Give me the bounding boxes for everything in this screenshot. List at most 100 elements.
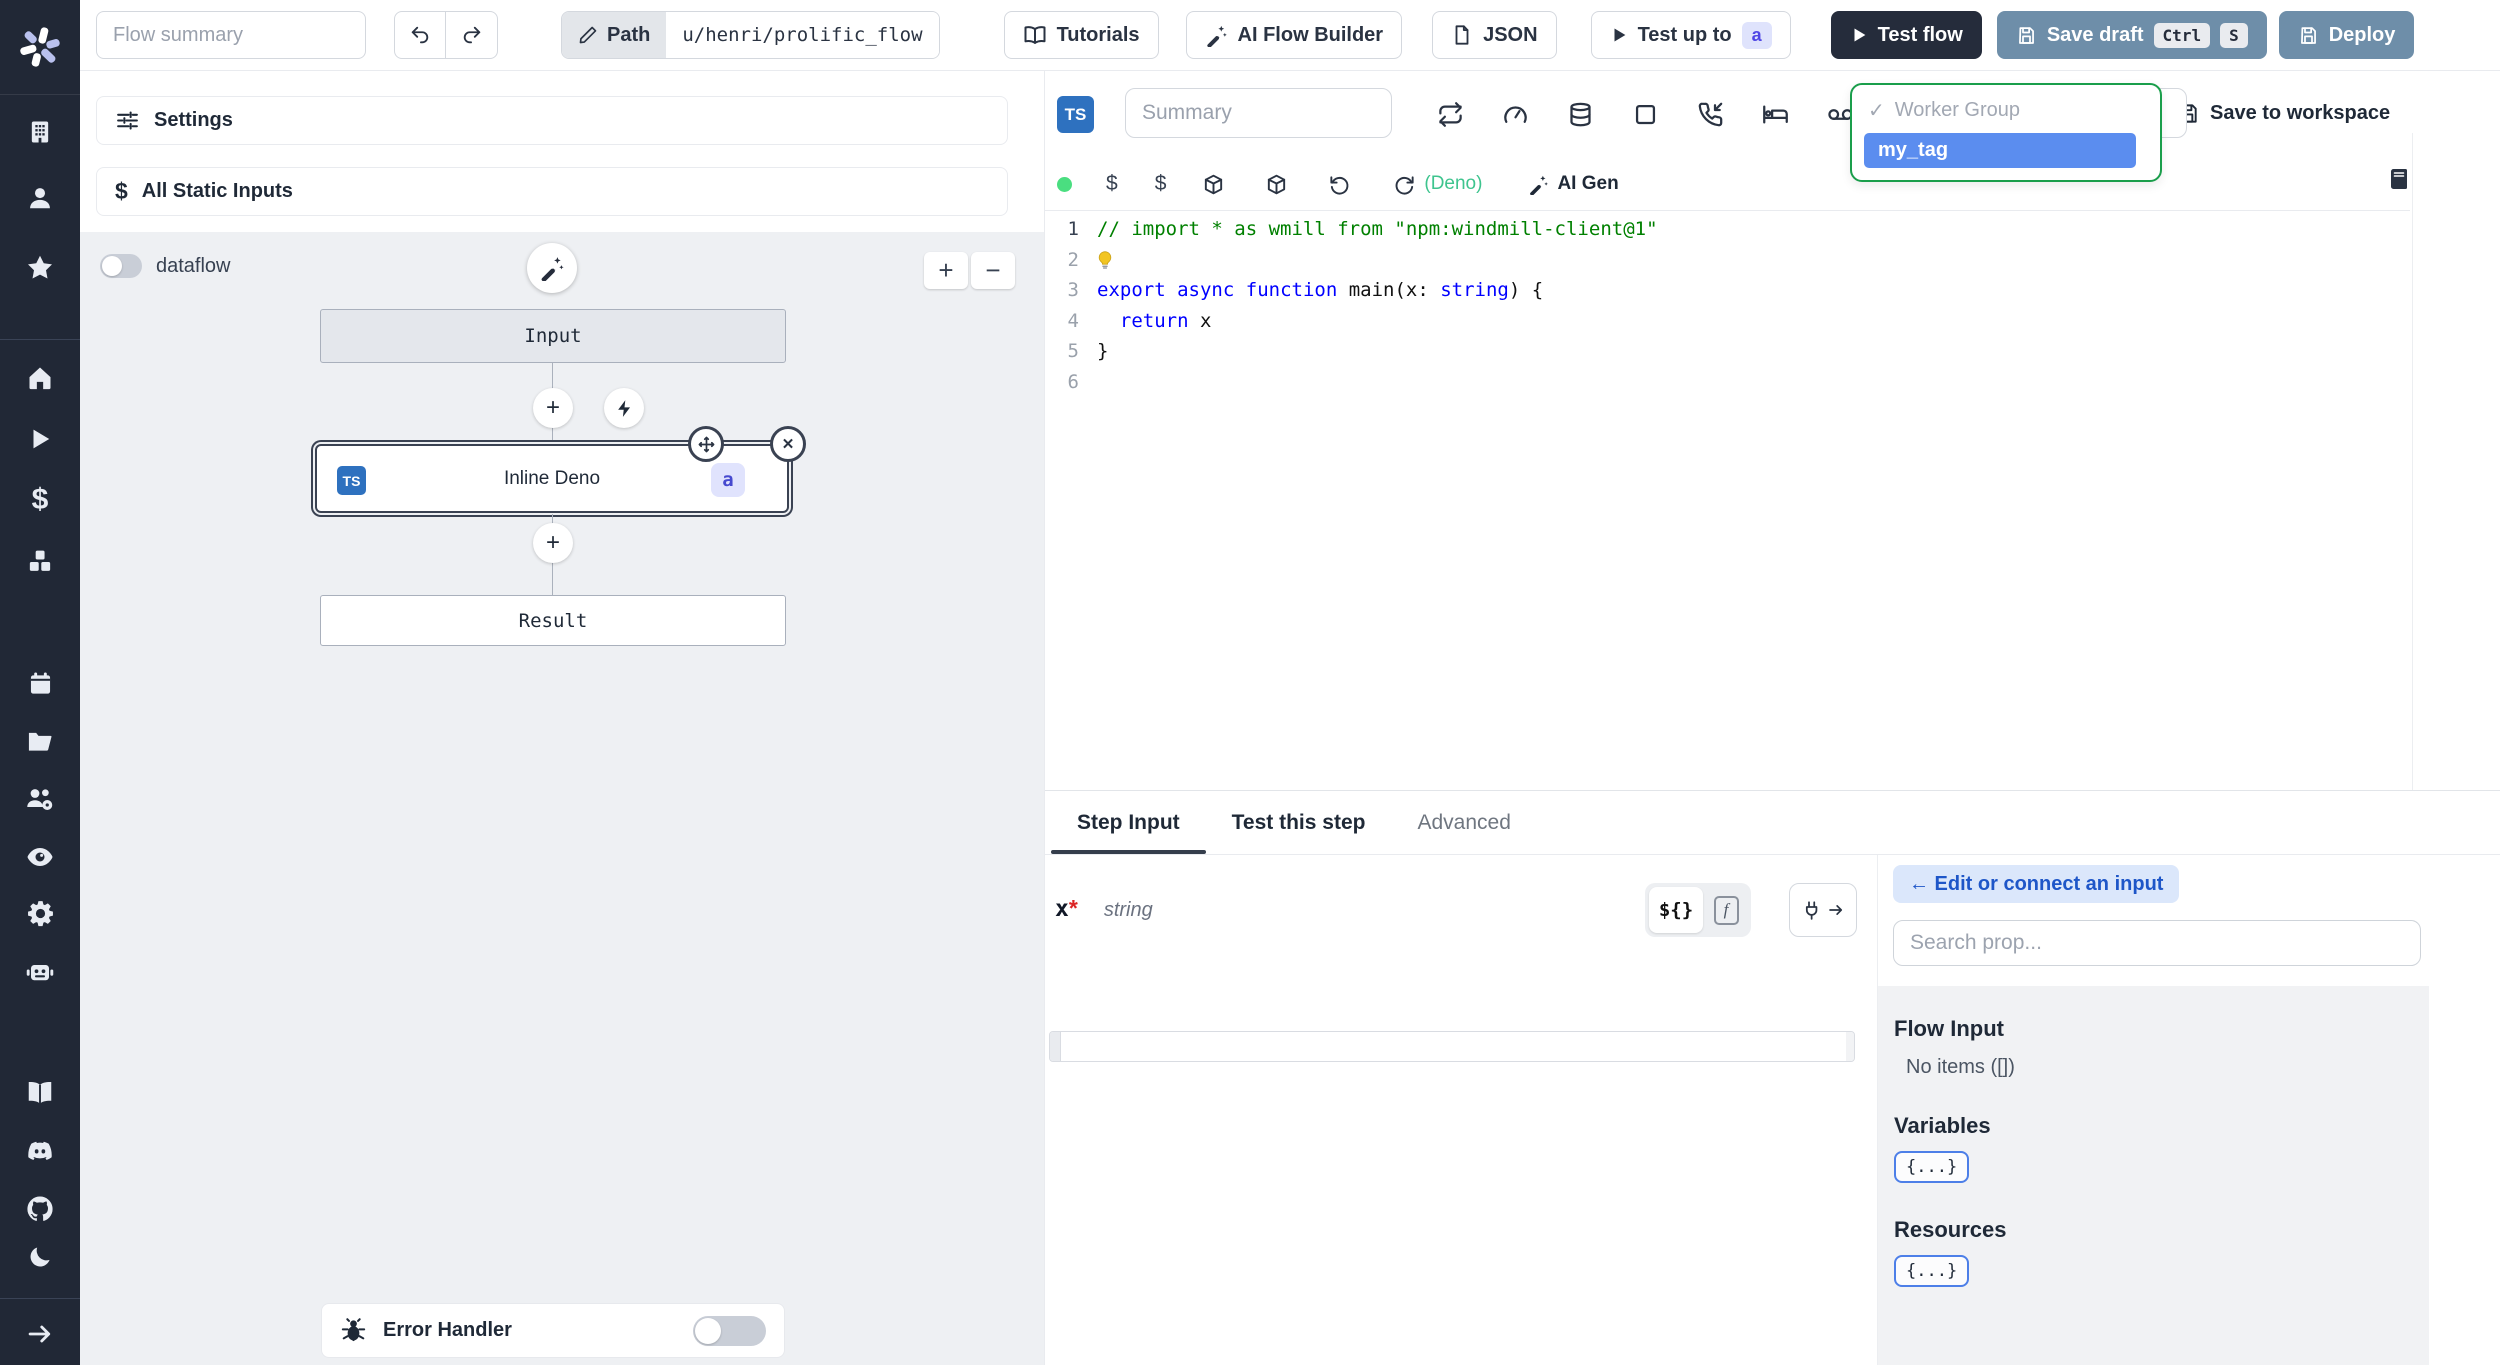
reset-code-button[interactable] [1328, 173, 1351, 196]
code-line[interactable]: 4 return x [1045, 306, 2410, 337]
error-handler-row[interactable]: Error Handler [321, 1303, 785, 1358]
resource-picker-button[interactable]: $ [1155, 172, 1167, 196]
input-mode-toggle-group: ${} f [1645, 883, 1751, 937]
plug-icon [1805, 900, 1817, 920]
inline-deno-step-node[interactable]: TS Inline Deno a ✕ [315, 426, 806, 513]
flow-input-empty: No items ([]) [1906, 1056, 2015, 1078]
deploy-button[interactable]: Deploy [2278, 11, 2415, 59]
sidebar-item-workers[interactable] [0, 952, 80, 992]
windmill-logo[interactable] [0, 0, 80, 95]
sidebar-item-dark-mode[interactable] [0, 1237, 80, 1277]
code-line[interactable]: 3 export async function main(x: string) { [1045, 275, 2410, 306]
move-step-handle[interactable] [688, 426, 724, 462]
sleep-button[interactable] [1762, 101, 1789, 128]
package-button[interactable] [1202, 173, 1225, 196]
prop-browser: Flow Input No items ([]) Variables {...}… [1878, 986, 2429, 1365]
library-button[interactable] [2387, 167, 2411, 196]
dataflow-toggle[interactable] [100, 254, 142, 278]
json-button[interactable]: JSON [1432, 11, 1557, 59]
refresh-icon [1396, 175, 1414, 195]
sidebar-item-user[interactable] [0, 178, 80, 218]
add-step-below-button[interactable]: + [533, 523, 573, 563]
retries-button[interactable] [1437, 101, 1464, 128]
redo-button[interactable] [446, 12, 497, 58]
argument-value-input[interactable] [1064, 1032, 1844, 1061]
line-content: } [1097, 340, 1109, 363]
sidebar-item-favorites[interactable] [0, 248, 80, 288]
test-up-to-button[interactable]: Test up to a [1590, 11, 1791, 59]
zoom-in-button[interactable]: + [924, 252, 968, 289]
add-step-button[interactable]: + [533, 388, 573, 428]
ai-flow-builder-button[interactable]: AI Flow Builder [1185, 11, 1403, 59]
discord-icon [28, 1141, 52, 1160]
early-stop-button[interactable] [1632, 101, 1659, 128]
worker-group-dropdown: ✓ Worker Group my_tag [1850, 83, 2162, 182]
cache-button[interactable] [1567, 101, 1594, 128]
wand-sparkles-icon [1206, 25, 1227, 47]
javascript-mode-toggle[interactable]: f [1705, 887, 1747, 933]
sidebar-item-docs[interactable] [0, 1073, 80, 1113]
connect-input-button[interactable] [1789, 883, 1857, 937]
wand-sparkles-icon [541, 257, 564, 281]
sidebar-item-variables[interactable]: $ [0, 480, 80, 520]
save-to-workspace-button[interactable]: Save to workspace [2177, 102, 2390, 125]
code-line[interactable]: 2 [1045, 245, 2410, 276]
code-line[interactable]: 5} [1045, 336, 2410, 367]
sidebar-separator-bottom [0, 1298, 80, 1299]
variable-picker-button[interactable]: $ [1106, 172, 1118, 196]
cubes-icon [29, 550, 51, 571]
sidebar-item-schedules[interactable] [0, 663, 80, 703]
edit-or-connect-button[interactable]: ← Edit or connect an input [1893, 865, 2180, 903]
package-lock-button[interactable] [1265, 173, 1288, 196]
github-icon [27, 1196, 53, 1221]
save-draft-button[interactable]: Save draft Ctrl S [1996, 11, 2267, 59]
flow-summary-input[interactable] [96, 11, 366, 59]
reload-runtime-button[interactable] [1393, 173, 1416, 196]
all-static-inputs-row[interactable]: $ All Static Inputs [96, 167, 1008, 216]
cube-icon [1205, 174, 1223, 194]
step-summary-input[interactable] [1125, 88, 1392, 138]
tab-test-this-step[interactable]: Test this step [1206, 791, 1392, 854]
resources-object-chip[interactable]: {...} [1894, 1255, 1970, 1287]
zoom-out-button[interactable]: − [971, 252, 1015, 289]
worker-group-option-selected[interactable]: my_tag [1864, 133, 2136, 168]
test-flow-button[interactable]: Test flow [1830, 11, 1982, 59]
sidebar-item-resources[interactable] [0, 542, 80, 582]
sidebar-item-audit[interactable] [0, 837, 80, 877]
sidebar-rail: $ [0, 0, 80, 1365]
concurrency-button[interactable] [1502, 101, 1529, 128]
sidebar-item-github[interactable] [0, 1189, 80, 1229]
input-node[interactable]: Input [320, 309, 786, 363]
sidebar-item-settings[interactable] [0, 893, 80, 933]
path-control[interactable]: Path u/henri/prolific_flow [561, 11, 940, 59]
flow-settings-row[interactable]: Settings [96, 96, 1008, 145]
code-line[interactable]: 1 // import * as wmill from "npm:windmill… [1045, 214, 2410, 245]
result-node[interactable]: Result [320, 595, 786, 646]
code-line[interactable]: 6 [1045, 367, 2410, 398]
tutorials-button[interactable]: Tutorials [1003, 11, 1159, 59]
error-handler-toggle[interactable] [693, 1315, 766, 1346]
variables-object-chip[interactable]: {...} [1894, 1151, 1970, 1183]
suspend-button[interactable] [1697, 101, 1724, 128]
sidebar-item-runs[interactable] [0, 419, 80, 459]
sidebar-item-discord[interactable] [0, 1131, 80, 1171]
delete-step-button[interactable]: ✕ [770, 426, 806, 462]
sidebar-item-folders[interactable] [0, 721, 80, 761]
undo-button[interactable] [395, 12, 447, 58]
resize-handle[interactable] [1050, 1032, 1061, 1061]
add-trigger-button[interactable] [604, 388, 644, 428]
ai-assistant-button[interactable] [527, 243, 577, 293]
template-mode-toggle[interactable]: ${} [1649, 887, 1703, 933]
code-editor[interactable]: 1 // import * as wmill from "npm:windmill… [1045, 210, 2410, 790]
ai-gen-button[interactable]: AI Gen [1528, 173, 1619, 195]
prop-search-input[interactable] [1893, 920, 2421, 966]
sidebar-item-workspace[interactable] [0, 112, 80, 152]
tab-advanced[interactable]: Advanced [1391, 791, 1536, 854]
sidebar-item-home[interactable] [0, 358, 80, 398]
sidebar-item-groups[interactable] [0, 779, 80, 819]
windmill-logo-icon [20, 27, 60, 67]
tab-step-input[interactable]: Step Input [1051, 791, 1206, 854]
sidebar-expand-button[interactable] [0, 1314, 80, 1354]
moon-icon [30, 1247, 50, 1267]
eye-icon [27, 848, 53, 866]
